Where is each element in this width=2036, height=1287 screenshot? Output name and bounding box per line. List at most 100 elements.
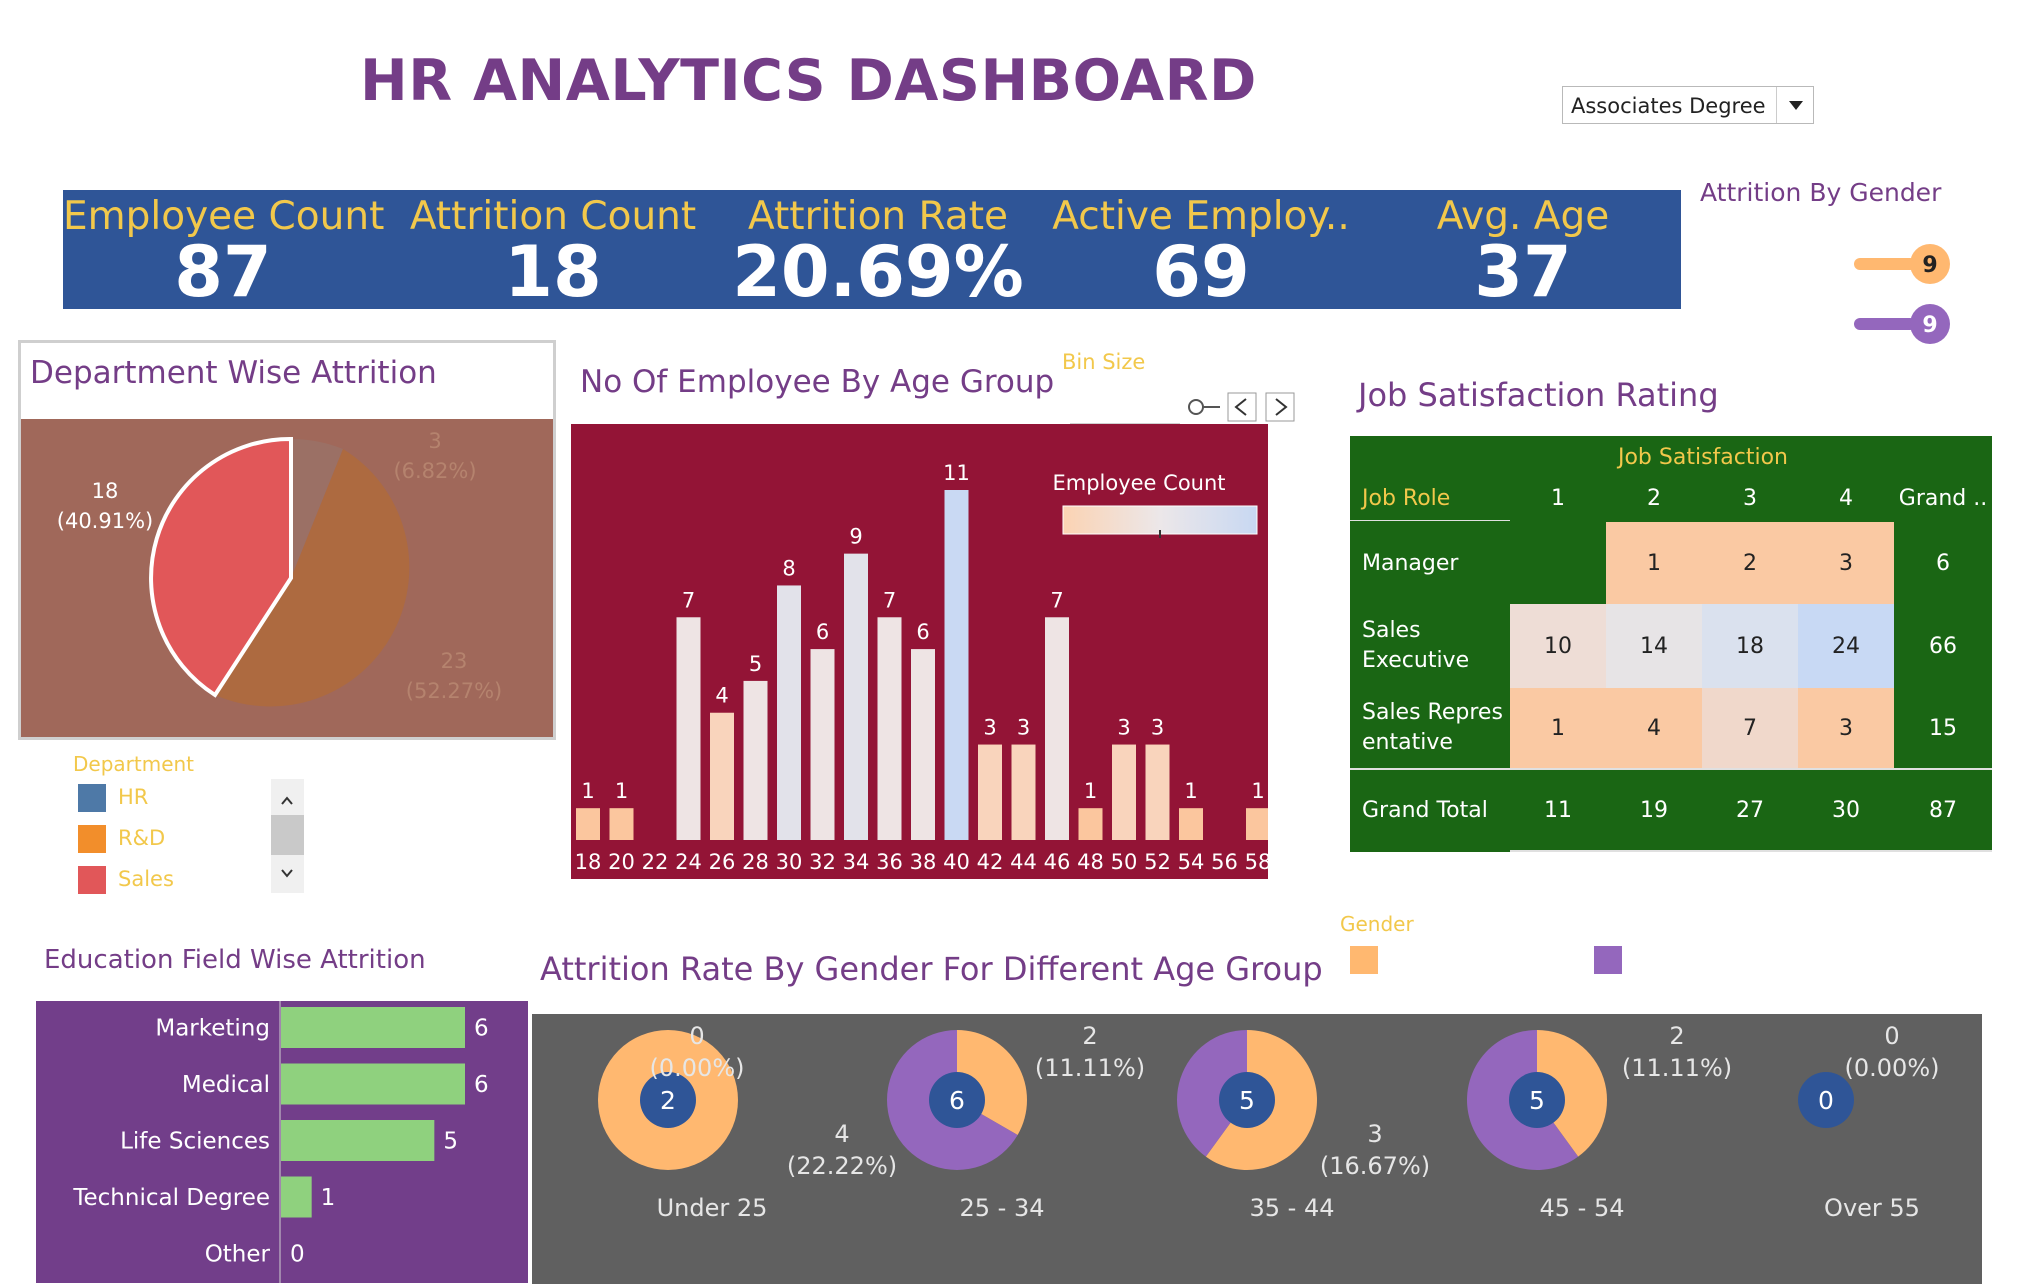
chevron-down-icon[interactable] [1776, 87, 1813, 123]
age-bar-value: 1 [1084, 779, 1097, 803]
gender-age-chart-title: Attrition Rate By Gender For Different A… [540, 950, 1323, 988]
age-tick-label: 52 [1144, 850, 1171, 874]
gender-bar-female[interactable] [1854, 258, 1916, 270]
table-cell-total: 66 [1929, 633, 1957, 659]
kpi-attrition-count: Attrition Count 18 [393, 190, 713, 309]
column-header: 2 [1647, 485, 1661, 511]
age-bar[interactable] [676, 617, 701, 840]
table-cell: 4 [1606, 688, 1702, 768]
donut-label-top: 0 (0.00%) [649, 1022, 745, 1082]
age-tick-label: 18 [575, 850, 602, 874]
education-chart-area: Marketing 6 Medical 6 Life Sciences 5 Technica… [36, 1001, 528, 1283]
education-bar[interactable] [281, 1007, 465, 1048]
age-bar[interactable] [877, 617, 902, 840]
table-cell-grand: 19 [1640, 797, 1668, 823]
column-header: 3 [1743, 485, 1757, 511]
age-bar[interactable] [1112, 744, 1136, 840]
table-cell-total: 6 [1936, 550, 1950, 576]
column-header: 1 [1551, 485, 1565, 511]
scrollbar-thumb[interactable] [271, 815, 304, 855]
age-tick-label: 54 [1178, 850, 1205, 874]
age-bar-value: 5 [749, 652, 762, 676]
table-cell: 1 [1510, 688, 1606, 768]
donut-category-label: 45 - 54 [1539, 1194, 1625, 1222]
table-cell: 24 [1798, 604, 1894, 688]
age-bar[interactable] [911, 649, 935, 840]
age-bar[interactable] [1145, 744, 1170, 840]
legend-label-hr[interactable]: HR [118, 785, 148, 809]
job-satisfaction-title: Job Satisfaction Rating [1358, 376, 1719, 414]
age-bar[interactable] [576, 808, 600, 840]
age-tick-label: 34 [843, 850, 870, 874]
bin-size-increase-button[interactable] [1265, 392, 1295, 422]
kpi-avg-age: Avg. Age 37 [1363, 190, 1683, 309]
age-tick-label: 56 [1211, 850, 1238, 874]
table-cell-grand: 27 [1736, 797, 1764, 823]
age-tick-label: 30 [776, 850, 803, 874]
age-bar-value: 7 [883, 588, 896, 612]
age-tick-label: 48 [1077, 850, 1104, 874]
pie-label-sales-count: 18 [92, 479, 119, 503]
age-bar-value: 11 [943, 461, 970, 485]
table-cell: 7 [1702, 688, 1798, 768]
education-bar-value: 0 [290, 1242, 305, 1268]
job-satisfaction-table: Job Satisfaction Job Role 1 2 3 4 Grand … [1350, 436, 1992, 852]
age-bar[interactable] [1179, 808, 1203, 840]
gender-bar-male[interactable] [1854, 318, 1916, 330]
education-category-label: Life Sciences [120, 1129, 270, 1155]
education-bar-value: 6 [474, 1016, 489, 1042]
age-bar[interactable] [1246, 808, 1270, 840]
age-bar-value: 6 [816, 620, 829, 644]
legend-label-rnd[interactable]: R&D [118, 826, 165, 850]
kpi-value: 87 [174, 231, 272, 313]
kpi-banner: Employee Count 87 Attrition Count 18 Att… [63, 190, 1681, 309]
age-bar[interactable] [1045, 617, 1069, 840]
age-bar[interactable] [710, 712, 734, 840]
education-filter-dropdown[interactable]: Associates Degree [1562, 86, 1814, 124]
donut-label-side: 4 (22.22%) [786, 1120, 898, 1180]
age-tick-label: 38 [910, 850, 937, 874]
gender-legend-swatch-orange[interactable] [1350, 946, 1378, 974]
age-bar[interactable] [1078, 808, 1103, 840]
table-cell: 14 [1606, 604, 1702, 688]
row-label-sales-executive: Sales Executive [1362, 618, 1470, 673]
table-cell: 10 [1510, 604, 1606, 688]
column-header: 4 [1839, 485, 1853, 511]
attrition-by-gender-title: Attrition By Gender [1700, 178, 1942, 207]
legend-scrollbar[interactable] [271, 779, 304, 893]
legend-swatch-rnd[interactable] [78, 825, 106, 853]
gender-legend-swatch-purple[interactable] [1594, 946, 1622, 974]
legend-swatch-sales[interactable] [78, 866, 106, 894]
gender-age-chart-area: 2 6 5 5 0 0 (0.00%) Under 25 2 (11.11%) 4 (22.2… [532, 1014, 1982, 1284]
education-bar-chart: Marketing 6 Medical 6 Life Sciences 5 Technica… [72, 1001, 489, 1283]
age-bar-value: 3 [1017, 716, 1030, 740]
bin-size-slider-handle[interactable] [1188, 399, 1204, 415]
table-cell [1510, 522, 1606, 604]
chevron-down-icon[interactable] [281, 869, 293, 878]
kpi-active-employees: Active Employ.. 69 [1041, 190, 1361, 309]
age-bar[interactable] [810, 649, 835, 840]
education-bar[interactable] [281, 1176, 312, 1218]
education-category-label: Medical [182, 1072, 270, 1098]
age-group-chart-title: No Of Employee By Age Group [580, 364, 1055, 400]
age-bar[interactable] [978, 744, 1002, 840]
age-bar[interactable] [743, 680, 768, 840]
age-tick-label: 58 [1245, 850, 1268, 874]
age-bar-value: 1 [581, 779, 594, 803]
age-bar[interactable] [609, 808, 634, 840]
age-bar[interactable] [777, 585, 801, 840]
column-header-grand-total: Grand .. [1898, 485, 1988, 511]
age-bar[interactable] [944, 490, 969, 840]
row-label-manager: Manager [1362, 550, 1459, 576]
chevron-up-icon[interactable] [281, 796, 293, 805]
education-bar[interactable] [281, 1120, 435, 1161]
legend-label-sales[interactable]: Sales [118, 867, 174, 891]
legend-swatch-hr[interactable] [78, 784, 106, 812]
bin-size-decrease-button[interactable] [1227, 392, 1257, 422]
education-chart-title: Education Field Wise Attrition [44, 945, 426, 975]
education-bar[interactable] [281, 1063, 465, 1105]
kpi-value: 37 [1474, 231, 1572, 313]
filter-selected-value: Associates Degree [1571, 94, 1766, 118]
age-bar[interactable] [844, 553, 868, 840]
age-bar[interactable] [1011, 744, 1036, 840]
